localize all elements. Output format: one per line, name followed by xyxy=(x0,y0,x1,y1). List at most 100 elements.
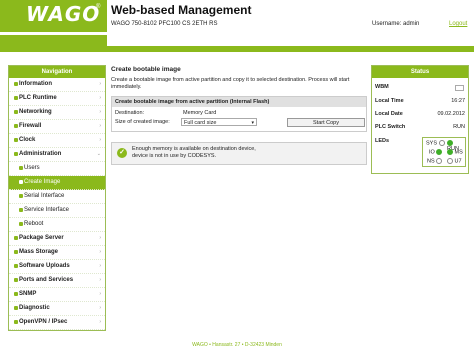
bullet-icon xyxy=(19,208,23,212)
arrow-right-icon: › xyxy=(99,123,101,129)
nav-item-openvpn-ipsec[interactable]: OpenVPN / IPsec › xyxy=(9,316,105,330)
username: Username: admin xyxy=(372,21,420,27)
arrow-right-icon: › xyxy=(99,81,101,87)
arrow-right-icon: › xyxy=(99,95,101,101)
status-header: Status xyxy=(372,66,468,78)
bullet-icon xyxy=(14,138,18,142)
nav-item-snmp[interactable]: SNMP › xyxy=(9,288,105,302)
wbm-indicator xyxy=(455,85,464,91)
checkmark-icon: ✓ xyxy=(117,148,127,158)
nav-item-diagnostic[interactable]: Diagnostic › xyxy=(9,302,105,316)
led-ns-indicator xyxy=(436,158,443,164)
arrow-right-icon: › xyxy=(99,291,101,297)
create-image-form: Create bootable image from active partit… xyxy=(111,96,367,132)
nav-item-administration[interactable]: Administration ⌄ xyxy=(9,148,105,162)
bullet-icon xyxy=(14,236,18,240)
local-time-label: Local Time xyxy=(375,98,404,104)
start-copy-button[interactable]: Start Copy xyxy=(287,118,365,127)
led-u7-indicator xyxy=(447,158,453,164)
local-time-value: 16:27 xyxy=(451,98,465,104)
memory-notice: ✓ Enough memory is available on destinat… xyxy=(111,142,367,165)
navigation-header: Navigation xyxy=(9,66,105,78)
bullet-icon xyxy=(14,278,18,282)
logo-text: WAGO xyxy=(26,2,101,26)
arrow-right-icon: › xyxy=(99,249,101,255)
led-sys: SYS xyxy=(426,140,445,146)
nav-item-clock[interactable]: Clock › xyxy=(9,134,105,148)
nav-subitem-reboot[interactable]: Reboot xyxy=(9,218,105,232)
nav-item-information[interactable]: Information › xyxy=(9,78,105,92)
size-label: Size of created image: xyxy=(115,119,170,125)
nav-subitem-serial-interface[interactable]: Serial Interface xyxy=(9,190,105,204)
arrow-right-icon: › xyxy=(99,263,101,269)
bullet-icon xyxy=(14,292,18,296)
arrow-right-icon: › xyxy=(99,305,101,311)
footer: WAGO • Hansastr. 27 • D-32423 Minden xyxy=(192,342,282,348)
led-ns: NS xyxy=(427,158,443,164)
led-run-indicator xyxy=(447,140,453,146)
page-title: Create bootable image xyxy=(111,66,181,73)
bullet-icon xyxy=(14,152,18,156)
plc-switch-value: RUN xyxy=(453,124,465,130)
form-header: Create bootable image from active partit… xyxy=(112,97,366,107)
header-stripe-right xyxy=(107,46,474,52)
arrow-right-icon: › xyxy=(99,319,101,325)
nav-item-package-server[interactable]: Package Server › xyxy=(9,232,105,246)
notice-line-1: Enough memory is available on destinatio… xyxy=(132,146,256,152)
header: WAGO ® Web-based Management WAGO 750-810… xyxy=(0,0,474,60)
led-panel: SYS RUN IO MS NS U7 xyxy=(422,137,466,167)
nav-item-plc-runtime[interactable]: PLC Runtime › xyxy=(9,92,105,106)
bullet-icon xyxy=(14,320,18,324)
destination-value: Memory Card xyxy=(183,110,217,116)
app-title: Web-based Management xyxy=(111,3,252,17)
nav-item-mass-storage[interactable]: Mass Storage › xyxy=(9,246,105,260)
logout-link[interactable]: Logout xyxy=(449,21,467,27)
led-ms: MS xyxy=(447,149,463,155)
nav-subitem-service-interface[interactable]: Service Interface xyxy=(9,204,105,218)
local-date-value: 09.02.2012 xyxy=(437,111,465,117)
status-panel: Status WBM Local Time 16:27 Local Date 0… xyxy=(371,65,469,174)
header-stripe xyxy=(0,35,107,52)
nav-item-software-uploads[interactable]: Software Uploads › xyxy=(9,260,105,274)
bullet-icon xyxy=(14,82,18,86)
chevron-down-icon: ▾ xyxy=(251,120,254,126)
bullet-icon xyxy=(14,96,18,100)
bullet-icon xyxy=(19,166,23,170)
bullet-icon xyxy=(19,194,23,198)
navigation-panel: Navigation Information › PLC Runtime › Net… xyxy=(8,65,106,331)
nav-subitem-users[interactable]: Users xyxy=(9,162,105,176)
image-size-select[interactable]: Full card size ▾ xyxy=(181,118,257,126)
nav-item-networking[interactable]: Networking › xyxy=(9,106,105,120)
bullet-icon xyxy=(14,124,18,128)
led-u7: U7 xyxy=(447,158,462,164)
logo: WAGO ® xyxy=(0,0,107,32)
bullet-icon xyxy=(14,110,18,114)
led-sys-indicator xyxy=(438,140,445,146)
arrow-down-icon: ⌄ xyxy=(96,151,101,157)
main-content: Create bootable image Create a bootable … xyxy=(108,65,367,335)
arrow-right-icon: › xyxy=(99,235,101,241)
nav-item-ports-and-services[interactable]: Ports and Services › xyxy=(9,274,105,288)
wbm-label: WBM xyxy=(375,84,389,90)
bullet-icon xyxy=(19,180,23,184)
bullet-icon xyxy=(19,222,23,226)
nav-item-firewall[interactable]: Firewall › xyxy=(9,120,105,134)
destination-label: Destination: xyxy=(115,110,145,116)
bullet-icon xyxy=(14,264,18,268)
arrow-right-icon: › xyxy=(99,137,101,143)
led-io: IO xyxy=(429,149,443,155)
leds-label: LEDs xyxy=(375,138,390,144)
arrow-right-icon: › xyxy=(99,109,101,115)
notice-line-2: device is not in use by CODESYS. xyxy=(132,153,217,159)
page-description: Create a bootable image from active part… xyxy=(111,77,350,90)
led-ms-indicator xyxy=(447,149,453,155)
bullet-icon xyxy=(14,306,18,310)
device-name: WAGO 750-8102 PFC100 CS 2ETH RS xyxy=(111,21,218,27)
local-date-label: Local Date xyxy=(375,111,403,117)
arrow-right-icon: › xyxy=(99,277,101,283)
led-io-indicator xyxy=(436,149,443,155)
logo-registered-mark: ® xyxy=(96,4,101,10)
bullet-icon xyxy=(14,250,18,254)
plc-switch-label: PLC Switch xyxy=(375,124,406,130)
nav-subitem-create-image[interactable]: Create Image xyxy=(9,176,105,190)
